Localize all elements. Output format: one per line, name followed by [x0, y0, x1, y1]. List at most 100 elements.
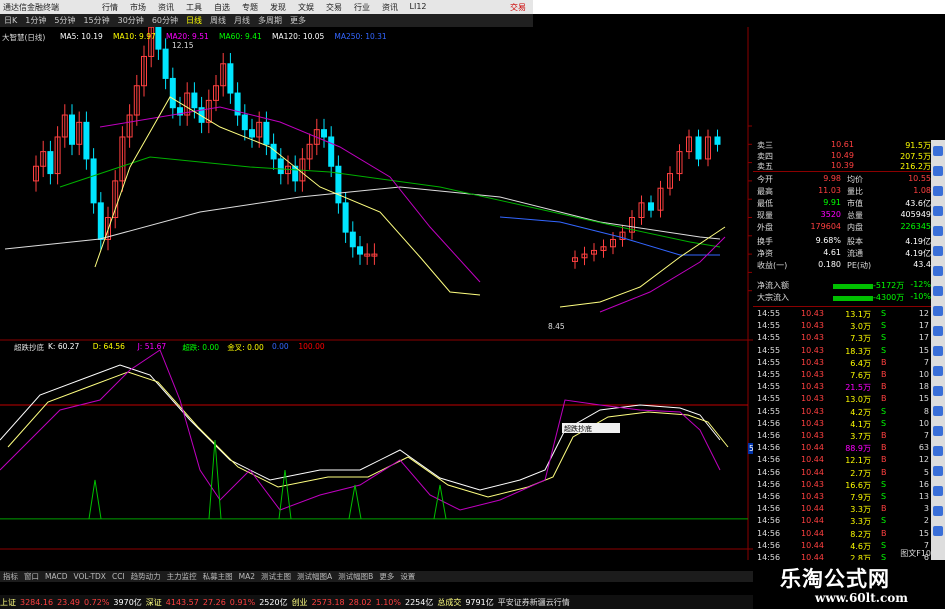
watermark-url: www.60lt.com	[815, 591, 908, 605]
period-tab[interactable]: 月线	[230, 15, 254, 26]
sidebar-tool-icon[interactable]	[933, 366, 943, 376]
stat-value: 1.08	[913, 186, 931, 195]
ma-legend-item: MA250: 10.31	[334, 32, 387, 41]
sidebar-tool-icon[interactable]	[933, 406, 943, 416]
kdj-legend-item: 100.00	[298, 342, 325, 351]
period-tab[interactable]: 日线	[182, 15, 206, 26]
indicator-tab[interactable]: 测试主图	[258, 571, 294, 582]
tick-count: 15	[918, 345, 929, 355]
sidebar-tool-icon[interactable]	[933, 166, 943, 176]
sidebar-tool-icon[interactable]	[933, 346, 943, 356]
sidebar-tool-icon[interactable]	[933, 466, 943, 476]
stat-label: 换手	[757, 237, 773, 246]
tick-vol: 4.1万	[850, 419, 871, 429]
tick-row: 14:55 10.43 6.4万 B 7	[753, 358, 931, 370]
tick-time: 14:55	[757, 382, 781, 392]
tick-side: S	[881, 418, 887, 428]
period-tab[interactable]: 更多	[286, 15, 310, 26]
sidebar-tool-icon[interactable]	[933, 246, 943, 256]
sidebar-tool-icon[interactable]	[933, 506, 943, 516]
menu-item[interactable]: 文娱	[292, 2, 320, 13]
period-tab[interactable]: 多周期	[254, 15, 286, 26]
sidebar-tool-icon[interactable]	[933, 186, 943, 196]
menu-item[interactable]: LI12	[404, 2, 432, 13]
indicator-tab-bar: 指标 窗口 MACD VOL-TDX CCI 趋势动力 主力监控 私募主图 MA2 测试主图 测试幅…	[0, 571, 753, 582]
tick-vol: 13.0万	[845, 395, 871, 405]
indicator-tab[interactable]: 窗口	[21, 571, 42, 582]
tick-time: 14:56	[757, 443, 781, 453]
indicator-tab[interactable]: MA2	[236, 572, 258, 581]
indicator-tab[interactable]: 指标	[0, 571, 21, 582]
sidebar-tool-icon[interactable]	[933, 206, 943, 216]
watermark: 乐淘公式网 www.60lt.com	[755, 560, 945, 609]
menu-item[interactable]: 市场	[124, 2, 152, 13]
menu-item[interactable]: 资讯	[152, 2, 180, 13]
f10-tab[interactable]: 图文F10	[900, 548, 931, 559]
tick-price: 10.43	[801, 492, 824, 501]
tick-row: 14:55 10.43 13.1万 S 12	[753, 309, 931, 321]
sidebar-tool-icon[interactable]	[933, 326, 943, 336]
menu-item[interactable]: 资讯	[376, 2, 404, 13]
candle-body	[47, 151, 54, 175]
tick-vol: 4.2万	[850, 407, 871, 417]
right-sidebar[interactable]	[931, 140, 945, 560]
period-tab[interactable]: 15分钟	[79, 15, 113, 26]
tick-count: 15	[918, 394, 929, 404]
indicator-tab[interactable]: CCI	[109, 572, 128, 581]
period-tab[interactable]: 30分钟	[114, 15, 148, 26]
indicator-tab[interactable]: MACD	[42, 572, 70, 581]
menu-item[interactable]: 交易	[320, 2, 348, 13]
sidebar-tool-icon[interactable]	[933, 146, 943, 156]
period-tab[interactable]: 周线	[206, 15, 230, 26]
tick-vol: 18.3万	[845, 346, 871, 356]
indicator-tab[interactable]: VOL-TDX	[70, 572, 108, 581]
indicator-tab[interactable]: 测试幅图A	[294, 571, 335, 582]
menu-item[interactable]: 专题	[236, 2, 264, 13]
sidebar-tool-icon[interactable]	[933, 426, 943, 436]
period-tab[interactable]: 1分钟	[21, 15, 50, 26]
tick-time: 14:56	[757, 528, 781, 538]
indicator-tab[interactable]: 测试幅图B	[335, 571, 376, 582]
sidebar-tool-icon[interactable]	[933, 266, 943, 276]
tick-price: 10.43	[801, 431, 824, 440]
high-price-label: 12.15	[172, 41, 194, 50]
indicator-tab[interactable]: 更多	[376, 571, 397, 582]
tick-time: 14:55	[757, 394, 781, 404]
stat-row: 外盘 179604 内盘 226345	[753, 222, 931, 234]
candle-body	[155, 27, 162, 50]
tick-row: 14:56 10.44 12.1万 B 12	[753, 455, 931, 467]
tick-row: 14:56 10.44 8.2万 B 15	[753, 529, 931, 541]
period-tab[interactable]: 日K	[0, 15, 21, 26]
sidebar-tool-icon[interactable]	[933, 226, 943, 236]
period-tab[interactable]: 60分钟	[148, 15, 182, 26]
indicator-tab[interactable]: 趋势动力	[128, 571, 164, 582]
menu-item[interactable]: 工具	[180, 2, 208, 13]
candle-body	[169, 77, 176, 109]
kline-chart[interactable]: 10.7510.5010.2510.009.759.509.259.008.75…	[0, 27, 753, 560]
ma-legend-item: MA120: 10.05	[272, 32, 325, 41]
menu-item[interactable]: 行情	[96, 2, 124, 13]
tick-price: 10.44	[801, 443, 824, 453]
menu-item[interactable]: 自选	[208, 2, 236, 13]
tick-row: 14:55 10.43 18.3万 S 15	[753, 346, 931, 358]
tick-side: B	[881, 394, 887, 404]
menu-item[interactable]: 发现	[264, 2, 292, 13]
stat-label: PE(动)	[847, 261, 872, 270]
sidebar-tool-icon[interactable]	[933, 286, 943, 296]
indicator-tab[interactable]: 私募主图	[200, 571, 236, 582]
sidebar-tool-icon[interactable]	[933, 306, 943, 316]
tick-price: 10.44	[801, 467, 824, 477]
news-ticker[interactable]: 平安证券新疆云行情	[498, 597, 570, 608]
menu-item[interactable]: 行业	[348, 2, 376, 13]
sidebar-tool-icon[interactable]	[933, 526, 943, 536]
indicator-tab[interactable]: 主力监控	[164, 571, 200, 582]
indicator-tab[interactable]: 设置	[397, 571, 418, 582]
period-tab[interactable]: 5分钟	[50, 15, 79, 26]
tick-vol: 2.7万	[850, 468, 871, 478]
sidebar-tool-icon[interactable]	[933, 486, 943, 496]
sidebar-tool-icon[interactable]	[933, 446, 943, 456]
tick-side: S	[881, 309, 887, 318]
flow-label: 净流入额	[757, 281, 789, 290]
trade-menu[interactable]: 交易	[510, 2, 526, 13]
sidebar-tool-icon[interactable]	[933, 386, 943, 396]
